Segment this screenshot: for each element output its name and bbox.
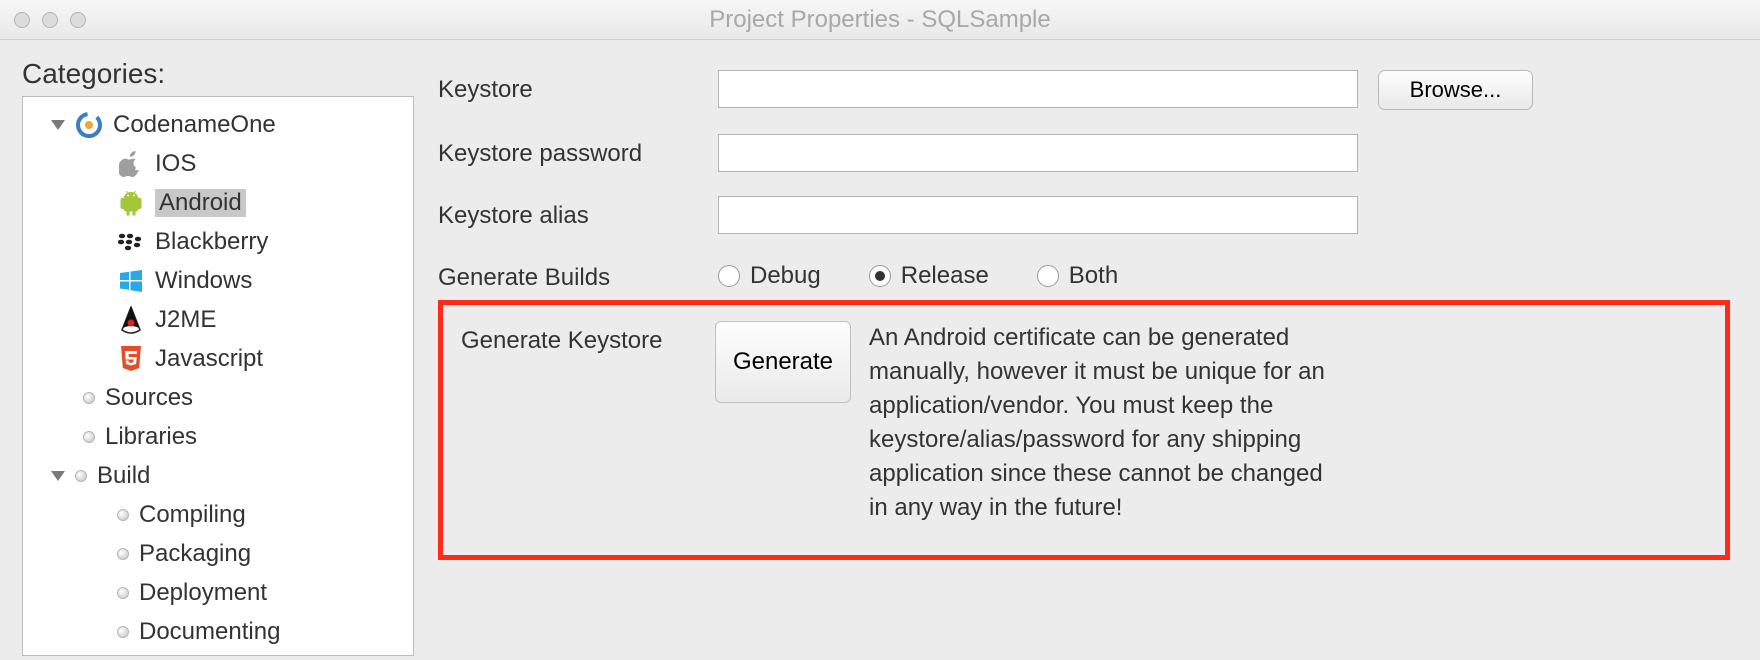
radio-label: Release — [901, 262, 989, 290]
tree-item-libraries[interactable]: Libraries — [23, 417, 413, 456]
tree-item-deployment[interactable]: Deployment — [23, 573, 413, 612]
radio-label: Debug — [750, 262, 821, 290]
tree-item-compiling[interactable]: Compiling — [23, 495, 413, 534]
bullet-icon — [83, 431, 95, 443]
content: Categories: CodenameOne IOS Android — [0, 40, 1760, 660]
tree-item-javascript[interactable]: Javascript — [23, 339, 413, 378]
bullet-icon — [117, 587, 129, 599]
keystore-alias-label: Keystore alias — [438, 196, 718, 230]
tree-item-label: Packaging — [139, 540, 251, 568]
bullet-icon — [83, 392, 95, 404]
keystore-label: Keystore — [438, 70, 718, 104]
tree-item-label: IOS — [155, 150, 196, 178]
tree-item-android[interactable]: Android — [23, 183, 413, 222]
tree-item-j2me[interactable]: J2ME — [23, 300, 413, 339]
categories-heading: Categories: — [22, 58, 430, 90]
generate-builds-label: Generate Builds — [438, 258, 718, 292]
tree-item-label: Documenting — [139, 618, 280, 646]
tree-item-label: CodenameOne — [113, 111, 276, 139]
tree-item-label: Javascript — [155, 345, 263, 373]
form-panel: Keystore Browse... Keystore password Key… — [430, 40, 1760, 660]
browse-button[interactable]: Browse... — [1378, 70, 1533, 110]
close-icon[interactable] — [14, 12, 30, 28]
bullet-icon — [75, 470, 87, 482]
tree-item-blackberry[interactable]: Blackberry — [23, 222, 413, 261]
windows-icon — [117, 267, 145, 295]
traffic-lights — [14, 12, 86, 28]
tree-item-build[interactable]: Build — [23, 456, 413, 495]
generate-keystore-info: An Android certificate can be generated … — [851, 321, 1331, 525]
tree-item-label: Libraries — [105, 423, 197, 451]
html5-icon — [117, 345, 145, 373]
radio-icon — [1037, 265, 1059, 287]
keystore-password-label: Keystore password — [438, 134, 718, 168]
bullet-icon — [117, 509, 129, 521]
tree-item-label: Deployment — [139, 579, 267, 607]
keystore-alias-input[interactable] — [718, 196, 1358, 234]
minimize-icon[interactable] — [42, 12, 58, 28]
apple-icon — [117, 150, 145, 178]
chevron-down-icon[interactable] — [51, 120, 65, 130]
bullet-icon — [117, 548, 129, 560]
radio-label: Both — [1069, 262, 1118, 290]
tree-item-run[interactable]: Run — [23, 651, 413, 656]
android-icon — [117, 189, 145, 217]
keystore-password-input[interactable] — [718, 134, 1358, 172]
tree-item-windows[interactable]: Windows — [23, 261, 413, 300]
radio-debug[interactable]: Debug — [718, 262, 821, 290]
chevron-down-icon[interactable] — [51, 471, 65, 481]
sidebar: Categories: CodenameOne IOS Android — [0, 40, 430, 660]
codenameone-icon — [75, 111, 103, 139]
zoom-icon[interactable] — [70, 12, 86, 28]
generate-keystore-section: Generate Keystore Generate An Android ce… — [438, 300, 1730, 560]
tree-item-label: Windows — [155, 267, 252, 295]
tree-item-label: Blackberry — [155, 228, 268, 256]
generate-button[interactable]: Generate — [715, 321, 851, 403]
radio-release[interactable]: Release — [869, 262, 989, 290]
tree-item-label: Build — [97, 462, 150, 490]
blackberry-icon — [117, 228, 145, 256]
tree-item-label: Android — [155, 189, 246, 217]
window-title: Project Properties - SQLSample — [14, 6, 1746, 34]
tree-item-codenameone[interactable]: CodenameOne — [23, 105, 413, 144]
tree-item-sources[interactable]: Sources — [23, 378, 413, 417]
duke-icon — [117, 306, 145, 334]
tree-item-label: Compiling — [139, 501, 246, 529]
bullet-icon — [117, 626, 129, 638]
titlebar: Project Properties - SQLSample — [0, 0, 1760, 40]
generate-keystore-label: Generate Keystore — [453, 321, 719, 525]
keystore-input[interactable] — [718, 70, 1358, 108]
radio-icon — [869, 265, 891, 287]
tree-item-label: Sources — [105, 384, 193, 412]
radio-icon — [718, 265, 740, 287]
tree-item-label: J2ME — [155, 306, 216, 334]
category-tree: CodenameOne IOS Android Blackberry — [22, 96, 414, 656]
tree-item-packaging[interactable]: Packaging — [23, 534, 413, 573]
radio-both[interactable]: Both — [1037, 262, 1118, 290]
tree-item-documenting[interactable]: Documenting — [23, 612, 413, 651]
tree-item-ios[interactable]: IOS — [23, 144, 413, 183]
